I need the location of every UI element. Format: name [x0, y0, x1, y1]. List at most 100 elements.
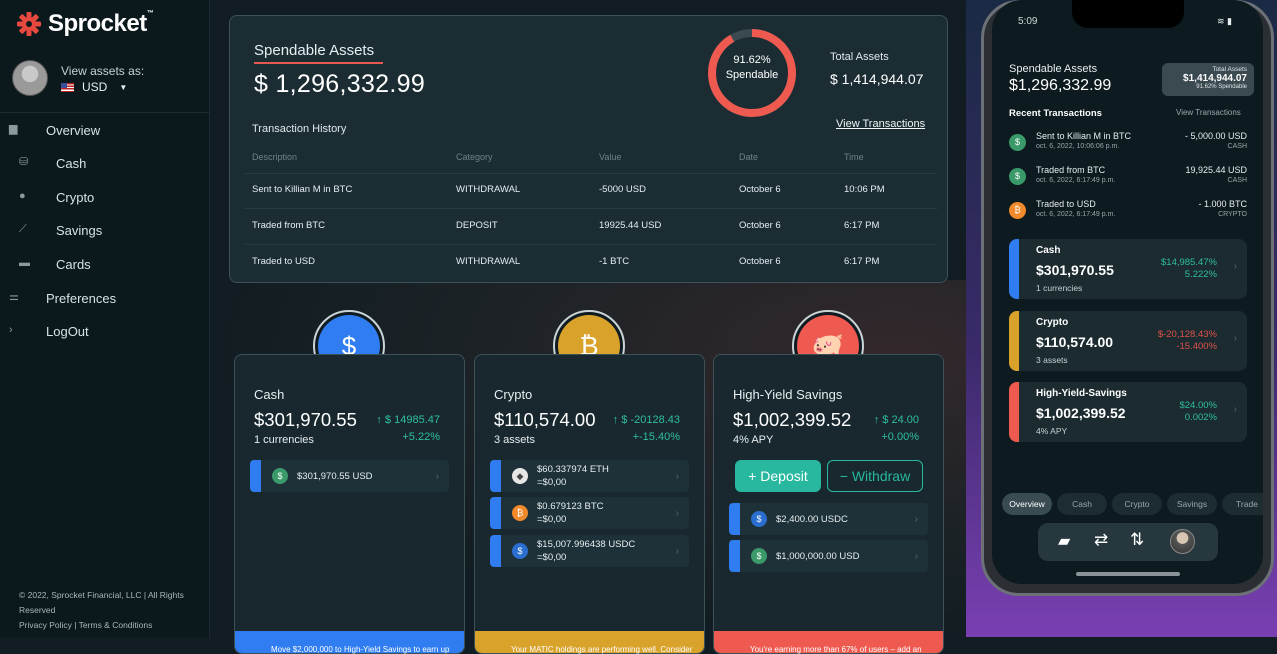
spendable-assets-panel: Spendable Assets $ 1,296,332.99 91.62% S… — [229, 15, 948, 283]
tx-category: CASH — [1227, 143, 1247, 150]
savings-item-usdc[interactable]: $ $2,400.00 USDC › — [729, 503, 928, 535]
deposit-button[interactable]: + Deposit — [735, 460, 821, 492]
tx-title: Traded from BTC — [1036, 165, 1106, 175]
card-change: $24.00% — [1179, 400, 1217, 411]
pill-accent — [729, 540, 740, 572]
chevron-right-icon: › — [914, 550, 918, 562]
cash-card[interactable]: Cash $301,970.55 1 currencies ↑ $ 14985.… — [234, 354, 465, 654]
cell-date: October 6 — [739, 256, 781, 267]
crypto-banner[interactable]: Your MATIC holdings are performing well.… — [475, 631, 704, 654]
savings-card[interactable]: High-Yield Savings $1,002,399.52 4% APY … — [713, 354, 944, 654]
phone-transaction[interactable]: $ Sent to Killian M in BTC oct. 6, 2022,… — [1009, 131, 1247, 155]
bitcoin-icon: ₿ — [512, 505, 528, 521]
cell-value: -1 BTC — [599, 256, 630, 267]
phone-tab-savings[interactable]: Savings — [1167, 493, 1217, 515]
phone-tab-trade[interactable]: Trade — [1222, 493, 1263, 515]
bitcoin-icon: ₿ — [1009, 202, 1026, 219]
legal-links[interactable]: Privacy Policy | Terms & Conditions — [19, 618, 199, 633]
savings-banner[interactable]: You're earning more than 67% of users – … — [714, 631, 943, 654]
phone-tab-crypto[interactable]: Crypto — [1112, 493, 1162, 515]
phone-savings-card[interactable]: High-Yield-Savings $1,002,399.52 4% APY … — [1009, 382, 1247, 442]
col-category: Category — [456, 152, 493, 162]
tx-date: oct. 6, 2022, 10:06:06 p.m. — [1036, 143, 1120, 150]
home-indicator — [1076, 572, 1180, 576]
view-assets-label: View assets as: — [61, 64, 145, 78]
nav-overview[interactable]: ▆ Overview — [0, 118, 210, 142]
nav-preferences[interactable]: ⚌ Preferences — [0, 286, 210, 310]
table-row[interactable]: Traded from BTC DEPOSIT 19925.44 USD Oct… — [230, 220, 947, 234]
wallet-icon[interactable]: ▰ — [1058, 531, 1070, 551]
cash-banner[interactable]: Move $2,000,000 to High-Yield Savings to… — [235, 631, 464, 654]
chevron-right-icon: › — [675, 545, 679, 557]
row-divider — [245, 173, 937, 174]
chevron-right-icon: › — [914, 513, 918, 525]
nav-crypto[interactable]: ● Crypto — [0, 185, 210, 209]
currency-item[interactable]: $ $301,970.55 USD › — [250, 460, 449, 492]
chart-line-icon: ⟋ — [19, 223, 27, 235]
tx-date: oct. 6, 2022, 6:17:49 p.m. — [1036, 211, 1116, 218]
chevron-right-icon: › — [675, 507, 679, 519]
crypto-item-usdc[interactable]: $ $15,007.996438 USDC =$0,00 › — [490, 535, 689, 567]
card-amount: $1,002,399.52 — [733, 409, 852, 430]
withdraw-button[interactable]: − Withdraw — [827, 460, 923, 492]
tx-title: Sent to Killian M in BTC — [1036, 131, 1132, 141]
item-text: $0.679123 BTC =$0,00 — [537, 501, 604, 525]
col-description: Description — [252, 152, 298, 162]
card-pct: -15.400% — [1176, 341, 1217, 352]
avatar[interactable] — [12, 60, 48, 96]
currency-select[interactable]: USD ▼ — [61, 80, 127, 94]
col-time: Time — [844, 152, 864, 162]
total-assets-value: $ 1,414,944.07 — [830, 71, 924, 87]
phone-time: 5:09 — [1018, 16, 1038, 27]
card-title: High-Yield-Savings — [1036, 388, 1127, 399]
nav-cards[interactable]: ▬ Cards — [0, 252, 210, 276]
item-text: $15,007.996438 USDC =$0,00 — [537, 539, 636, 563]
nav-savings[interactable]: ⟋ Savings — [0, 218, 210, 242]
view-transactions-link[interactable]: View Transactions — [836, 118, 925, 130]
phone-cash-card[interactable]: Cash $301,970.55 1 currencies $14,985.47… — [1009, 239, 1247, 299]
transfer-icon[interactable]: ⇄ — [1094, 530, 1108, 550]
sprocket-logo-icon — [17, 12, 41, 36]
phone-view-transactions[interactable]: View Transactions — [1176, 108, 1241, 117]
row-divider — [245, 208, 937, 209]
logo[interactable]: Sprocket™ — [16, 10, 154, 38]
phone-spendable-value: $1,296,332.99 — [1009, 77, 1112, 94]
nav-logout[interactable]: › LogOut — [0, 319, 210, 343]
card-title: High-Yield Savings — [733, 387, 843, 402]
phone-tab-overview[interactable]: Overview — [1002, 493, 1052, 515]
card-accent — [1009, 239, 1019, 299]
phone-transaction[interactable]: ₿ Traded to USD oct. 6, 2022, 6:17:49 p.… — [1009, 199, 1247, 223]
spendable-title: Spendable Assets — [254, 42, 375, 59]
tx-amount: 19,925.44 USD — [1185, 165, 1247, 175]
wallet-icon: ▆ — [9, 123, 18, 135]
card-amount: $301,970.55 — [1036, 262, 1114, 278]
table-row[interactable]: Sent to Killian M in BTC WITHDRAWAL -500… — [230, 184, 947, 198]
phone-crypto-card[interactable]: Crypto $110,574.00 3 assets $-20,128.43%… — [1009, 311, 1247, 371]
crypto-item-eth[interactable]: ◆ $60.337974 ETH =$0,00 › — [490, 460, 689, 492]
cell-category: WITHDRAWAL — [456, 184, 521, 195]
pill-accent — [250, 460, 261, 492]
cell-time: 10:06 PM — [844, 184, 885, 195]
nav-cash[interactable]: ⛁ Cash — [0, 151, 210, 175]
phone-spendable-label: Spendable Assets — [1009, 63, 1098, 75]
savings-item-usd[interactable]: $ $1,000,000.00 USD › — [729, 540, 928, 572]
sort-icon[interactable]: ⇅ — [1130, 530, 1144, 550]
crypto-item-btc[interactable]: ₿ $0.679123 BTC =$0,00 › — [490, 497, 689, 529]
col-value: Value — [599, 152, 622, 162]
card-subtitle: 4% APY — [733, 434, 774, 446]
crypto-card[interactable]: Crypto $110,574.00 3 assets ↑ $ -20128.4… — [474, 354, 705, 654]
chevron-right-icon: › — [1233, 261, 1237, 272]
phone-total-badge[interactable]: Total Assets $1,414,944.07 91.62% Spenda… — [1162, 63, 1254, 96]
card-subtitle: 1 currencies — [254, 434, 314, 446]
card-amount: $110,574.00 — [1036, 334, 1114, 350]
phone-transaction[interactable]: $ Traded from BTC oct. 6, 2022, 6:17:49 … — [1009, 165, 1247, 189]
cell-description: Traded to USD — [252, 256, 316, 267]
phone-tab-cash[interactable]: Cash — [1057, 493, 1107, 515]
card-title: Crypto — [494, 387, 533, 402]
card-change: ↑ $ 24.00 — [873, 414, 919, 426]
tx-category: CASH — [1227, 177, 1247, 184]
table-row[interactable]: Traded to USD WITHDRAWAL -1 BTC October … — [230, 256, 947, 270]
phone-notch — [1072, 0, 1184, 28]
tx-category: CRYPTO — [1218, 211, 1247, 218]
profile-avatar[interactable] — [1170, 529, 1195, 554]
